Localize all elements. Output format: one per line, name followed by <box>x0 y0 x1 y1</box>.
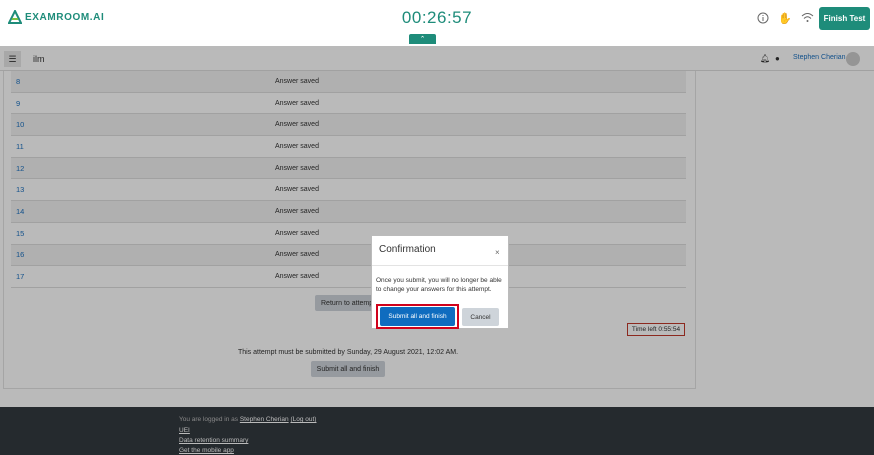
exam-header: EXAMROOM.AI 00:26:57 ⌃ ✋ Finish Test <box>0 0 874 46</box>
dialog-divider <box>372 265 508 266</box>
close-icon[interactable]: × <box>495 248 500 257</box>
dialog-message: Once you submit, you will no longer be a… <box>376 277 502 293</box>
dialog-submit-all-and-finish-button[interactable]: Submit all and finish <box>380 307 455 326</box>
dialog-title: Confirmation <box>379 244 436 255</box>
timer-collapse-toggle[interactable]: ⌃ <box>409 34 436 44</box>
chevron-up-icon: ⌃ <box>419 36 426 43</box>
finish-test-button[interactable]: Finish Test <box>819 7 870 30</box>
exam-timer: 00:26:57 <box>401 8 473 27</box>
info-icon[interactable] <box>756 12 770 26</box>
raise-hand-icon[interactable]: ✋ <box>778 12 792 26</box>
wifi-icon <box>800 12 814 26</box>
dialog-cancel-button[interactable]: Cancel <box>462 308 499 326</box>
